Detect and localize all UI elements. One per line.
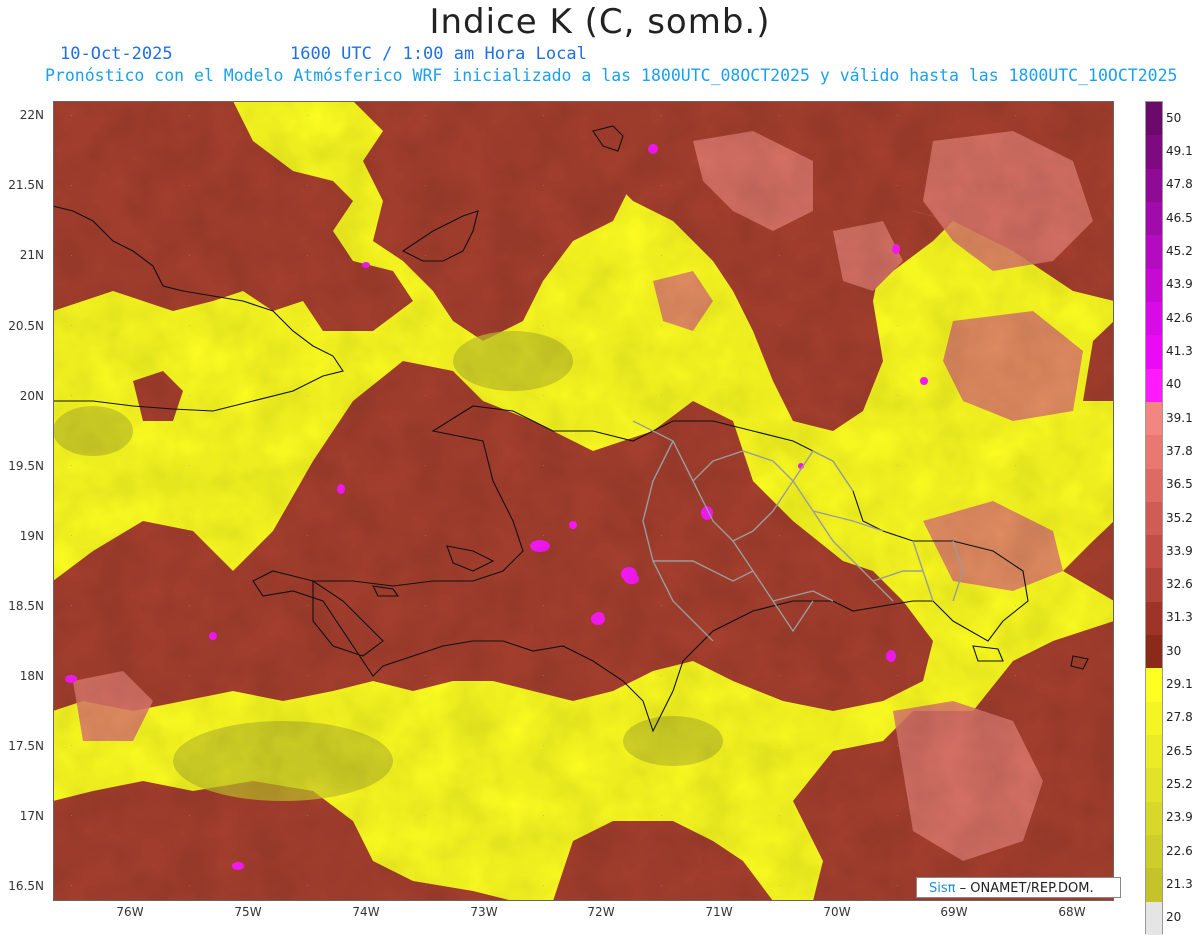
colorbar-level-label: 41.3 bbox=[1166, 343, 1193, 358]
colorbar-swatch bbox=[1146, 868, 1162, 903]
colorbar-level-label: 21.3 bbox=[1166, 877, 1193, 892]
colorbar-level-label: 25.2 bbox=[1166, 777, 1193, 792]
colorbar-swatch bbox=[1146, 801, 1162, 836]
colorbar-level-label: 40 bbox=[1166, 377, 1182, 392]
map-title: Indice K (C, somb.) bbox=[429, 2, 771, 42]
credit-box: Sisπ – ONAMET/REP.DOM. bbox=[916, 877, 1121, 898]
colorbar-swatch bbox=[1146, 335, 1162, 370]
colorbar-swatch bbox=[1146, 535, 1162, 569]
forecast-model-info: Pronóstico con el Modelo Atmósferico WRF… bbox=[45, 66, 1178, 85]
colorbar-swatch bbox=[1146, 235, 1162, 270]
colorbar-level-label: 50 bbox=[1166, 110, 1182, 125]
colorbar-level-label: 32.6 bbox=[1166, 577, 1193, 592]
lat-label: 21N bbox=[19, 248, 44, 262]
lon-label: 76W bbox=[116, 905, 144, 919]
lat-label: 19N bbox=[19, 529, 44, 543]
lon-label: 74W bbox=[352, 905, 380, 919]
colorbar-level-label: 43.9 bbox=[1166, 277, 1193, 292]
colorbar-level-label: 47.8 bbox=[1166, 177, 1193, 192]
colorbar-level-label: 20 bbox=[1166, 910, 1182, 925]
credit-text: – ONAMET/REP.DOM. bbox=[955, 881, 1094, 896]
k-index-map bbox=[53, 101, 1114, 901]
colorbar-level-label: 39.1 bbox=[1166, 410, 1193, 425]
colorbar-swatch bbox=[1146, 301, 1162, 336]
lat-label: 20.5N bbox=[8, 319, 44, 333]
colorbar-level-label: 22.6 bbox=[1166, 843, 1193, 858]
colorbar-swatch bbox=[1146, 201, 1162, 236]
lon-label: 72W bbox=[587, 905, 615, 919]
colorbar-swatch bbox=[1146, 268, 1162, 303]
colorbar bbox=[1145, 101, 1163, 935]
colorbar-level-label: 37.8 bbox=[1166, 443, 1193, 458]
lon-label: 71W bbox=[705, 905, 733, 919]
colorbar-swatch bbox=[1146, 568, 1162, 603]
lat-label: 20N bbox=[19, 389, 44, 403]
lat-label: 18.5N bbox=[8, 599, 44, 613]
colorbar-swatch bbox=[1146, 401, 1162, 436]
colorbar-level-label: 49.1 bbox=[1166, 143, 1193, 158]
colorbar-level-label: 36.5 bbox=[1166, 477, 1193, 492]
colorbar-level-label: 26.5 bbox=[1166, 743, 1193, 758]
colorbar-level-label: 46.5 bbox=[1166, 210, 1193, 225]
lat-label: 21.5N bbox=[8, 178, 44, 192]
colorbar-swatch bbox=[1146, 435, 1162, 469]
lat-lon-grid bbox=[53, 101, 1114, 901]
colorbar-swatch bbox=[1146, 102, 1162, 136]
lon-label: 75W bbox=[234, 905, 262, 919]
colorbar-swatch bbox=[1146, 835, 1162, 869]
colorbar-swatch bbox=[1146, 901, 1162, 935]
colorbar-level-label: 30 bbox=[1166, 643, 1182, 658]
credit-brand: Sisπ bbox=[929, 881, 956, 896]
colorbar-level-label: 23.9 bbox=[1166, 810, 1193, 825]
colorbar-swatch bbox=[1146, 668, 1162, 703]
colorbar-level-label: 31.3 bbox=[1166, 610, 1193, 625]
lat-label: 17N bbox=[19, 809, 44, 823]
lat-label: 22N bbox=[19, 108, 44, 122]
colorbar-level-label: 45.2 bbox=[1166, 243, 1193, 258]
lat-label: 19.5N bbox=[8, 459, 44, 473]
colorbar-swatch bbox=[1146, 135, 1162, 170]
lon-label: 68W bbox=[1058, 905, 1086, 919]
forecast-date: 10-Oct-2025 bbox=[60, 44, 173, 64]
colorbar-swatch bbox=[1146, 768, 1162, 803]
colorbar-swatch bbox=[1146, 701, 1162, 736]
colorbar-level-label: 27.8 bbox=[1166, 710, 1193, 725]
colorbar-swatch bbox=[1146, 635, 1162, 669]
colorbar-swatch bbox=[1146, 468, 1162, 503]
colorbar-level-label: 42.6 bbox=[1166, 310, 1193, 325]
lat-label: 16.5N bbox=[8, 879, 44, 893]
lat-label: 17.5N bbox=[8, 739, 44, 753]
lat-label: 18N bbox=[19, 669, 44, 683]
colorbar-level-label: 29.1 bbox=[1166, 677, 1193, 692]
colorbar-swatch bbox=[1146, 168, 1162, 203]
colorbar-swatch bbox=[1146, 368, 1162, 403]
colorbar-swatch bbox=[1146, 735, 1162, 769]
colorbar-swatch bbox=[1146, 501, 1162, 536]
colorbar-level-label: 35.2 bbox=[1166, 510, 1193, 525]
colorbar-swatch bbox=[1146, 601, 1162, 636]
colorbar-level-label: 33.9 bbox=[1166, 543, 1193, 558]
lon-label: 69W bbox=[940, 905, 968, 919]
lon-label: 73W bbox=[470, 905, 498, 919]
forecast-time: 1600 UTC / 1:00 am Hora Local bbox=[290, 44, 587, 64]
lon-label: 70W bbox=[823, 905, 851, 919]
